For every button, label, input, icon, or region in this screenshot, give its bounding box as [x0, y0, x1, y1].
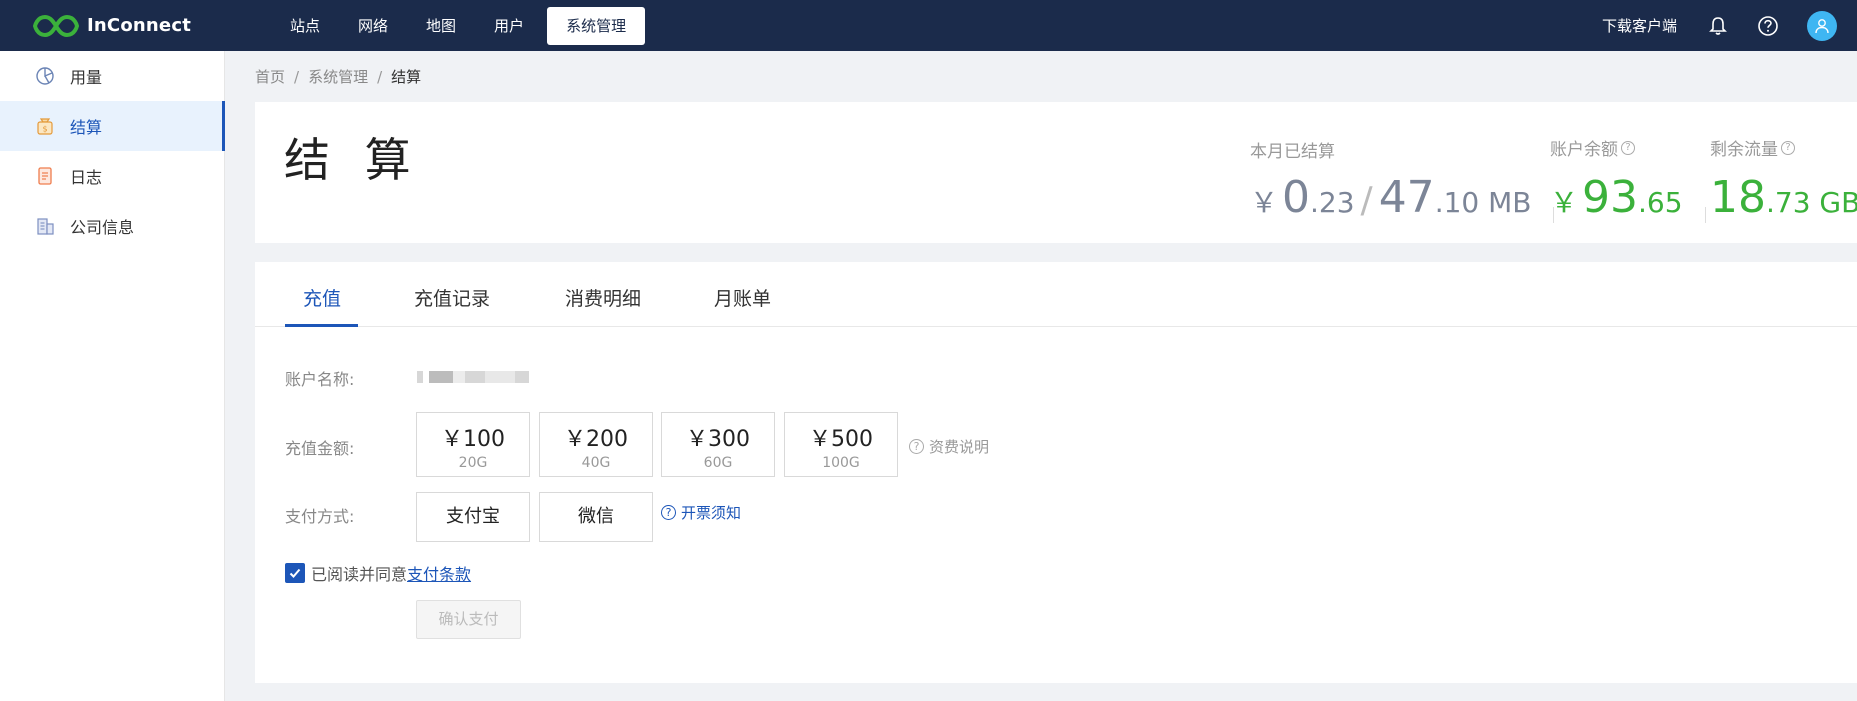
- fee-description-link[interactable]: ? 资费说明: [909, 436, 989, 457]
- monthly-settled-stat: 本月已结算 ￥ 0.23/47.10 MB: [1250, 137, 1555, 223]
- recharge-card: 充值 充值记录 消费明细 月账单 账户名称: 充值金额: ￥100 20G ￥2…: [255, 262, 1857, 683]
- confirm-payment-button[interactable]: 确认支付: [416, 600, 521, 639]
- nav-users[interactable]: 用户: [477, 7, 541, 45]
- balance-dec: .65: [1638, 186, 1683, 219]
- breadcrumb-current: 结算: [391, 68, 422, 86]
- help-icon[interactable]: [1757, 15, 1779, 37]
- sidebar-item-label: 用量: [70, 68, 103, 87]
- top-right-tools: 下载客户端: [1602, 0, 1857, 51]
- breadcrumb-home[interactable]: 首页: [255, 68, 285, 86]
- question-circle-icon: ?: [661, 505, 676, 520]
- settled-amount-int: 0: [1282, 172, 1311, 223]
- sidebar-item-billing[interactable]: $ 结算: [0, 101, 225, 151]
- account-name-value-redacted: [417, 368, 545, 383]
- question-icon[interactable]: ?: [1781, 140, 1795, 155]
- billing-summary-card: 结 算 本月已结算 ￥ 0.23/47.10 MB 账户余额? ￥ 93.65 剩余…: [255, 102, 1857, 243]
- settled-traffic-dec: .10 MB: [1434, 186, 1532, 219]
- sidebar-item-label: 日志: [70, 168, 103, 187]
- amount-option-500[interactable]: ￥500 100G: [784, 412, 898, 477]
- recharge-amount-label: 充值金额:: [285, 439, 355, 458]
- active-tab-indicator: [285, 324, 358, 327]
- account-balance-stat: 账户余额? ￥ 93.65: [1550, 135, 1706, 223]
- payment-method-label: 支付方式:: [285, 507, 355, 526]
- main-nav: 站点 网络 地图 用户 系统管理: [273, 0, 649, 51]
- agree-terms-row: 已阅读并同意 支付条款: [285, 561, 471, 585]
- breadcrumb-section[interactable]: 系统管理: [308, 68, 368, 86]
- payment-terms-link[interactable]: 支付条款: [407, 561, 471, 585]
- amount-option-200[interactable]: ￥200 40G: [539, 412, 653, 477]
- sidebar-item-label: 结算: [70, 118, 103, 137]
- user-icon: [1815, 18, 1829, 33]
- invoice-notice-link[interactable]: ? 开票须知: [661, 502, 741, 523]
- settled-traffic-int: 47: [1378, 172, 1435, 223]
- brand-logo[interactable]: InConnect: [33, 13, 273, 39]
- infinity-logo-icon: [33, 14, 79, 37]
- settled-amount-dec: .23: [1310, 186, 1355, 219]
- remaining-traffic-value: 18.73 GB: [1710, 172, 1857, 223]
- user-avatar[interactable]: [1807, 10, 1837, 41]
- sidebar-item-logs[interactable]: 日志: [0, 151, 224, 201]
- agree-terms-checkbox[interactable]: [285, 563, 305, 583]
- balance-int: 93: [1582, 172, 1639, 223]
- tab-consumption-details[interactable]: 消费明细: [565, 284, 641, 311]
- check-icon: [289, 568, 301, 578]
- question-circle-icon: ?: [909, 439, 924, 454]
- tab-recharge[interactable]: 充值: [303, 284, 341, 311]
- nav-sites[interactable]: 站点: [273, 7, 337, 45]
- monthly-settled-label: 本月已结算: [1250, 142, 1335, 162]
- sidebar-item-label: 公司信息: [70, 218, 135, 237]
- nav-map[interactable]: 地图: [409, 7, 473, 45]
- question-icon[interactable]: ?: [1621, 140, 1635, 155]
- svg-text:$: $: [42, 125, 47, 134]
- tab-recharge-history[interactable]: 充值记录: [414, 284, 490, 311]
- sidebar-item-usage[interactable]: 用量: [0, 51, 224, 101]
- page-title: 结 算: [284, 133, 421, 187]
- account-balance-label: 账户余额: [1550, 140, 1618, 160]
- monthly-settled-value: ￥ 0.23/47.10 MB: [1250, 172, 1555, 223]
- document-icon: [34, 165, 56, 187]
- building-icon: [34, 215, 56, 237]
- remaining-dec: .73 GB: [1766, 186, 1857, 219]
- money-bag-icon: $: [34, 115, 56, 137]
- pay-alipay-button[interactable]: 支付宝: [416, 492, 530, 542]
- brand-name: InConnect: [87, 15, 191, 36]
- billing-tabs: 充值 充值记录 消费明细 月账单: [255, 262, 1857, 327]
- stat-divider: [1704, 207, 1706, 223]
- bell-icon[interactable]: [1707, 15, 1729, 37]
- account-balance-value: ￥ 93.65: [1550, 172, 1706, 223]
- amount-option-300[interactable]: ￥300 60G: [661, 412, 775, 477]
- download-client-link[interactable]: 下载客户端: [1602, 15, 1677, 36]
- nav-network[interactable]: 网络: [341, 7, 405, 45]
- pie-chart-icon: [34, 65, 56, 87]
- amount-option-100[interactable]: ￥100 20G: [416, 412, 530, 477]
- top-navbar: InConnect 站点 网络 地图 用户 系统管理 下载客户端: [0, 0, 1857, 51]
- sidebar-item-company-info[interactable]: 公司信息: [0, 201, 224, 251]
- agree-terms-text: 已阅读并同意: [311, 565, 408, 584]
- pay-wechat-button[interactable]: 微信: [539, 492, 653, 542]
- breadcrumb: 首页 / 系统管理 / 结算: [255, 68, 422, 86]
- nav-system-management[interactable]: 系统管理: [547, 6, 646, 45]
- remaining-traffic-stat: 剩余流量? 18.73 GB: [1710, 135, 1857, 223]
- remaining-traffic-label: 剩余流量: [1710, 140, 1778, 160]
- sidebar: 用量 $ 结算 日志 公司信息: [0, 51, 225, 701]
- remaining-int: 18: [1710, 172, 1766, 223]
- account-name-label: 账户名称:: [285, 370, 355, 389]
- tab-monthly-bill[interactable]: 月账单: [714, 284, 771, 311]
